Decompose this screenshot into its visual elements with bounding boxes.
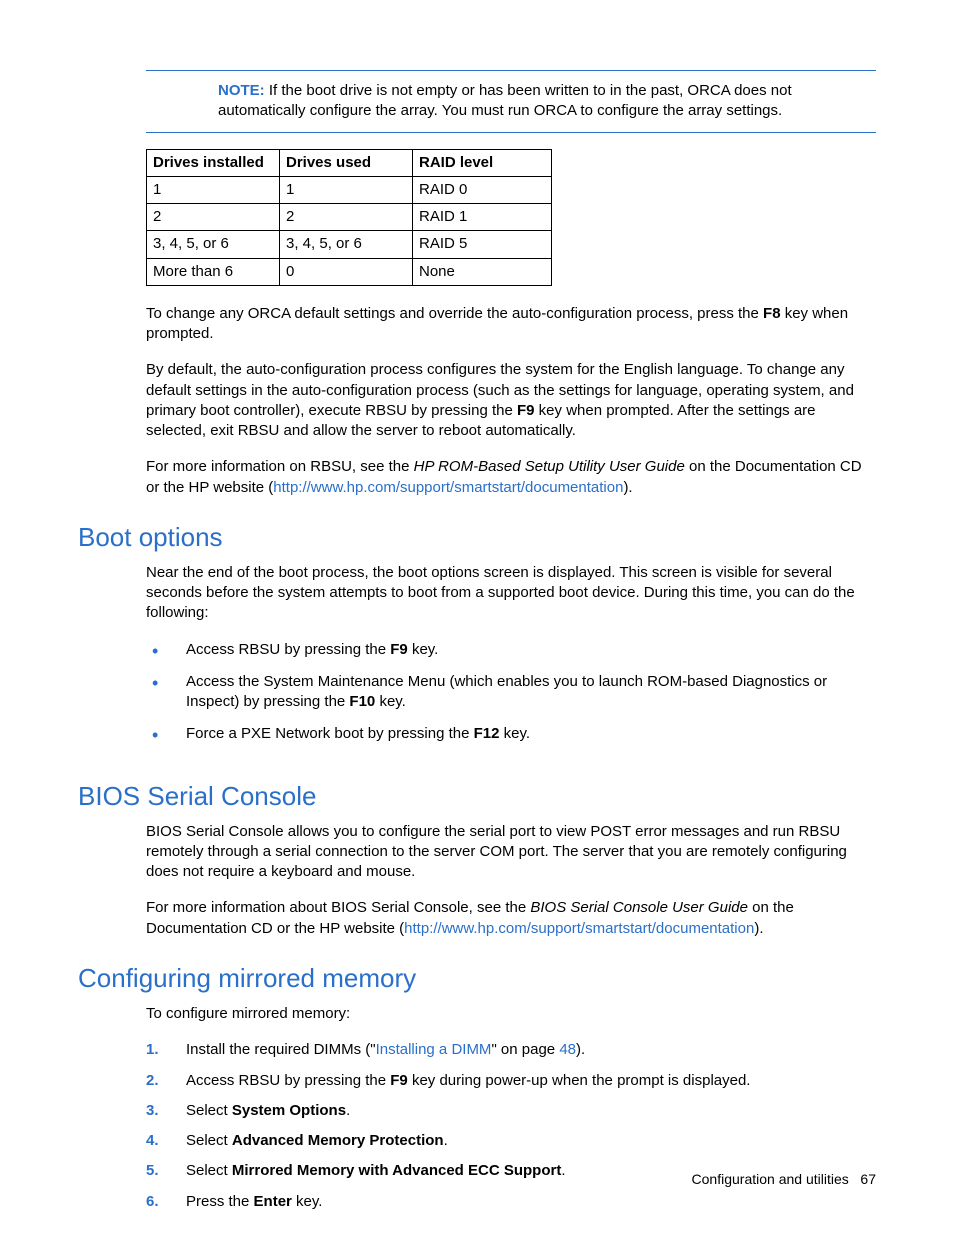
step-item: Install the required DIMMs ("Installing … xyxy=(146,1040,876,1070)
mirrored-memory-steps: Install the required DIMMs ("Installing … xyxy=(146,1040,876,1222)
cell: 1 xyxy=(147,176,280,203)
installing-dimm-link[interactable]: Installing a DIMM xyxy=(376,1041,492,1058)
list-item: Access RBSU by pressing the F9 key. xyxy=(146,640,876,672)
menu-mirrored-memory-ecc: Mirrored Memory with Advanced ECC Suppor… xyxy=(232,1162,561,1179)
page-ref-link[interactable]: 48 xyxy=(559,1041,576,1058)
step-item: Select System Options. xyxy=(146,1101,876,1131)
key-f9: F9 xyxy=(390,1072,408,1089)
table-row: 2 2 RAID 1 xyxy=(147,204,552,231)
note-box: NOTE: If the boot drive is not empty or … xyxy=(146,70,876,133)
cell: More than 6 xyxy=(147,258,280,285)
guide-title: BIOS Serial Console User Guide xyxy=(530,899,748,916)
table-row: 3, 4, 5, or 6 3, 4, 5, or 6 RAID 5 xyxy=(147,231,552,258)
key-f9: F9 xyxy=(390,641,408,658)
step-item: Select Advanced Memory Protection. xyxy=(146,1131,876,1161)
key-f8: F8 xyxy=(763,305,781,322)
key-f12: F12 xyxy=(474,725,500,742)
menu-advanced-memory-protection: Advanced Memory Protection xyxy=(232,1132,444,1149)
paragraph: For more information on RBSU, see the HP… xyxy=(146,457,876,498)
heading-configuring-mirrored-memory: Configuring mirrored memory xyxy=(78,961,876,996)
cell: None xyxy=(413,258,552,285)
paragraph: To change any ORCA default settings and … xyxy=(146,304,876,345)
table-row: 1 1 RAID 0 xyxy=(147,176,552,203)
paragraph: Near the end of the boot process, the bo… xyxy=(146,563,876,624)
heading-bios-serial-console: BIOS Serial Console xyxy=(78,779,876,814)
guide-title: HP ROM-Based Setup Utility User Guide xyxy=(414,458,685,475)
key-f10: F10 xyxy=(349,693,375,710)
page-footer: Configuration and utilities 67 xyxy=(692,1170,876,1189)
footer-page-number: 67 xyxy=(860,1171,876,1187)
step-item: Access RBSU by pressing the F9 key durin… xyxy=(146,1071,876,1101)
step-item: Press the Enter key. xyxy=(146,1192,876,1222)
paragraph: BIOS Serial Console allows you to config… xyxy=(146,822,876,883)
paragraph: By default, the auto-configuration proce… xyxy=(146,360,876,441)
table-header-row: Drives installed Drives used RAID level xyxy=(147,149,552,176)
paragraph: For more information about BIOS Serial C… xyxy=(146,898,876,939)
paragraph: To configure mirrored memory: xyxy=(146,1004,876,1024)
boot-options-list: Access RBSU by pressing the F9 key. Acce… xyxy=(146,640,876,757)
cell: 2 xyxy=(280,204,413,231)
th-raid-level: RAID level xyxy=(413,149,552,176)
cell: 1 xyxy=(280,176,413,203)
note-text: If the boot drive is not empty or has be… xyxy=(218,82,792,119)
note-label: NOTE: xyxy=(218,82,265,99)
cell: 3, 4, 5, or 6 xyxy=(280,231,413,258)
cell: RAID 5 xyxy=(413,231,552,258)
key-enter: Enter xyxy=(254,1193,292,1210)
hp-docs-link[interactable]: http://www.hp.com/support/smartstart/doc… xyxy=(404,920,754,937)
menu-system-options: System Options xyxy=(232,1102,346,1119)
list-item: Access the System Maintenance Menu (whic… xyxy=(146,672,876,725)
footer-section: Configuration and utilities xyxy=(692,1171,849,1187)
cell: RAID 1 xyxy=(413,204,552,231)
hp-docs-link[interactable]: http://www.hp.com/support/smartstart/doc… xyxy=(273,479,623,496)
heading-boot-options: Boot options xyxy=(78,520,876,555)
th-drives-installed: Drives installed xyxy=(147,149,280,176)
cell: 3, 4, 5, or 6 xyxy=(147,231,280,258)
page: NOTE: If the boot drive is not empty or … xyxy=(0,0,954,1235)
cell: 0 xyxy=(280,258,413,285)
key-f9: F9 xyxy=(517,402,535,419)
cell: 2 xyxy=(147,204,280,231)
table-row: More than 6 0 None xyxy=(147,258,552,285)
cell: RAID 0 xyxy=(413,176,552,203)
th-drives-used: Drives used xyxy=(280,149,413,176)
list-item: Force a PXE Network boot by pressing the… xyxy=(146,724,876,756)
raid-table: Drives installed Drives used RAID level … xyxy=(146,149,552,286)
